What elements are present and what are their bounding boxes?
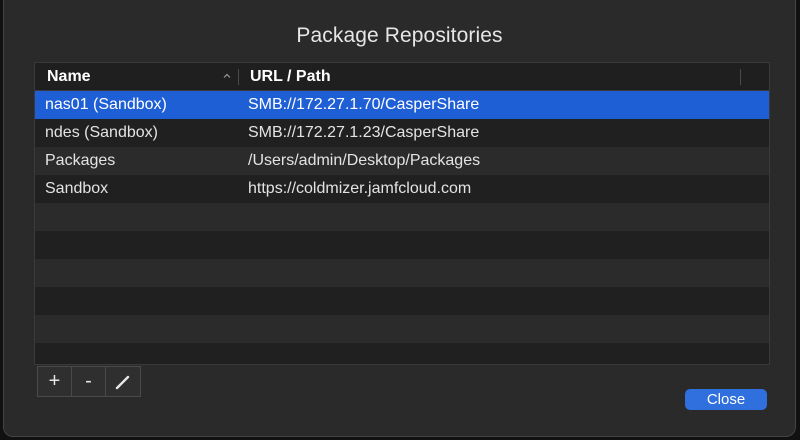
table-row[interactable]: Packages /Users/admin/Desktop/Packages [35,147,769,175]
close-button[interactable]: Close [685,389,767,410]
edit-repository-button[interactable] [106,367,140,396]
row-name-cell: ndes (Sandbox) [45,124,158,141]
empty-row [35,287,769,315]
row-name-cell: Packages [45,152,116,169]
column-header-name-label: Name [47,68,91,85]
column-header-name[interactable]: Name [47,63,235,90]
remove-repository-button[interactable]: - [72,367,106,396]
column-header-url[interactable]: URL / Path [250,63,740,90]
empty-row [35,231,769,259]
row-url-cell: SMB://172.27.1.23/CasperShare [248,124,480,141]
add-repository-button[interactable]: + [38,367,72,396]
table-header: Name URL / Path [35,63,769,91]
row-url-cell: /Users/admin/Desktop/Packages [248,152,481,169]
chevron-up-icon [223,73,231,78]
table-row[interactable]: nas01 (Sandbox) SMB://172.27.1.70/Casper… [35,91,769,119]
column-divider[interactable] [238,69,239,85]
row-url-cell: SMB://172.27.1.70/CasperShare [248,96,480,113]
empty-row [35,315,769,343]
empty-row [35,259,769,287]
empty-row [35,203,769,231]
package-repositories-dialog: Package Repositories Name URL / Path nas… [3,0,796,437]
column-divider[interactable] [740,69,741,85]
dialog-title: Package Repositories [296,24,503,47]
table-row[interactable]: Sandbox https://coldmizer.jamfcloud.com [35,175,769,203]
pencil-icon [115,375,130,390]
column-header-url-label: URL / Path [250,68,331,85]
empty-row [35,343,769,364]
table-body: nas01 (Sandbox) SMB://172.27.1.70/Casper… [35,91,769,364]
table-toolbar: + - [37,366,141,397]
row-name-cell: Sandbox [45,180,109,197]
repositories-table: Name URL / Path nas01 (Sandbox) SMB://17… [34,62,770,365]
table-row[interactable]: ndes (Sandbox) SMB://172.27.1.23/CasperS… [35,119,769,147]
row-url-cell: https://coldmizer.jamfcloud.com [248,180,472,197]
row-name-cell: nas01 (Sandbox) [45,96,167,113]
